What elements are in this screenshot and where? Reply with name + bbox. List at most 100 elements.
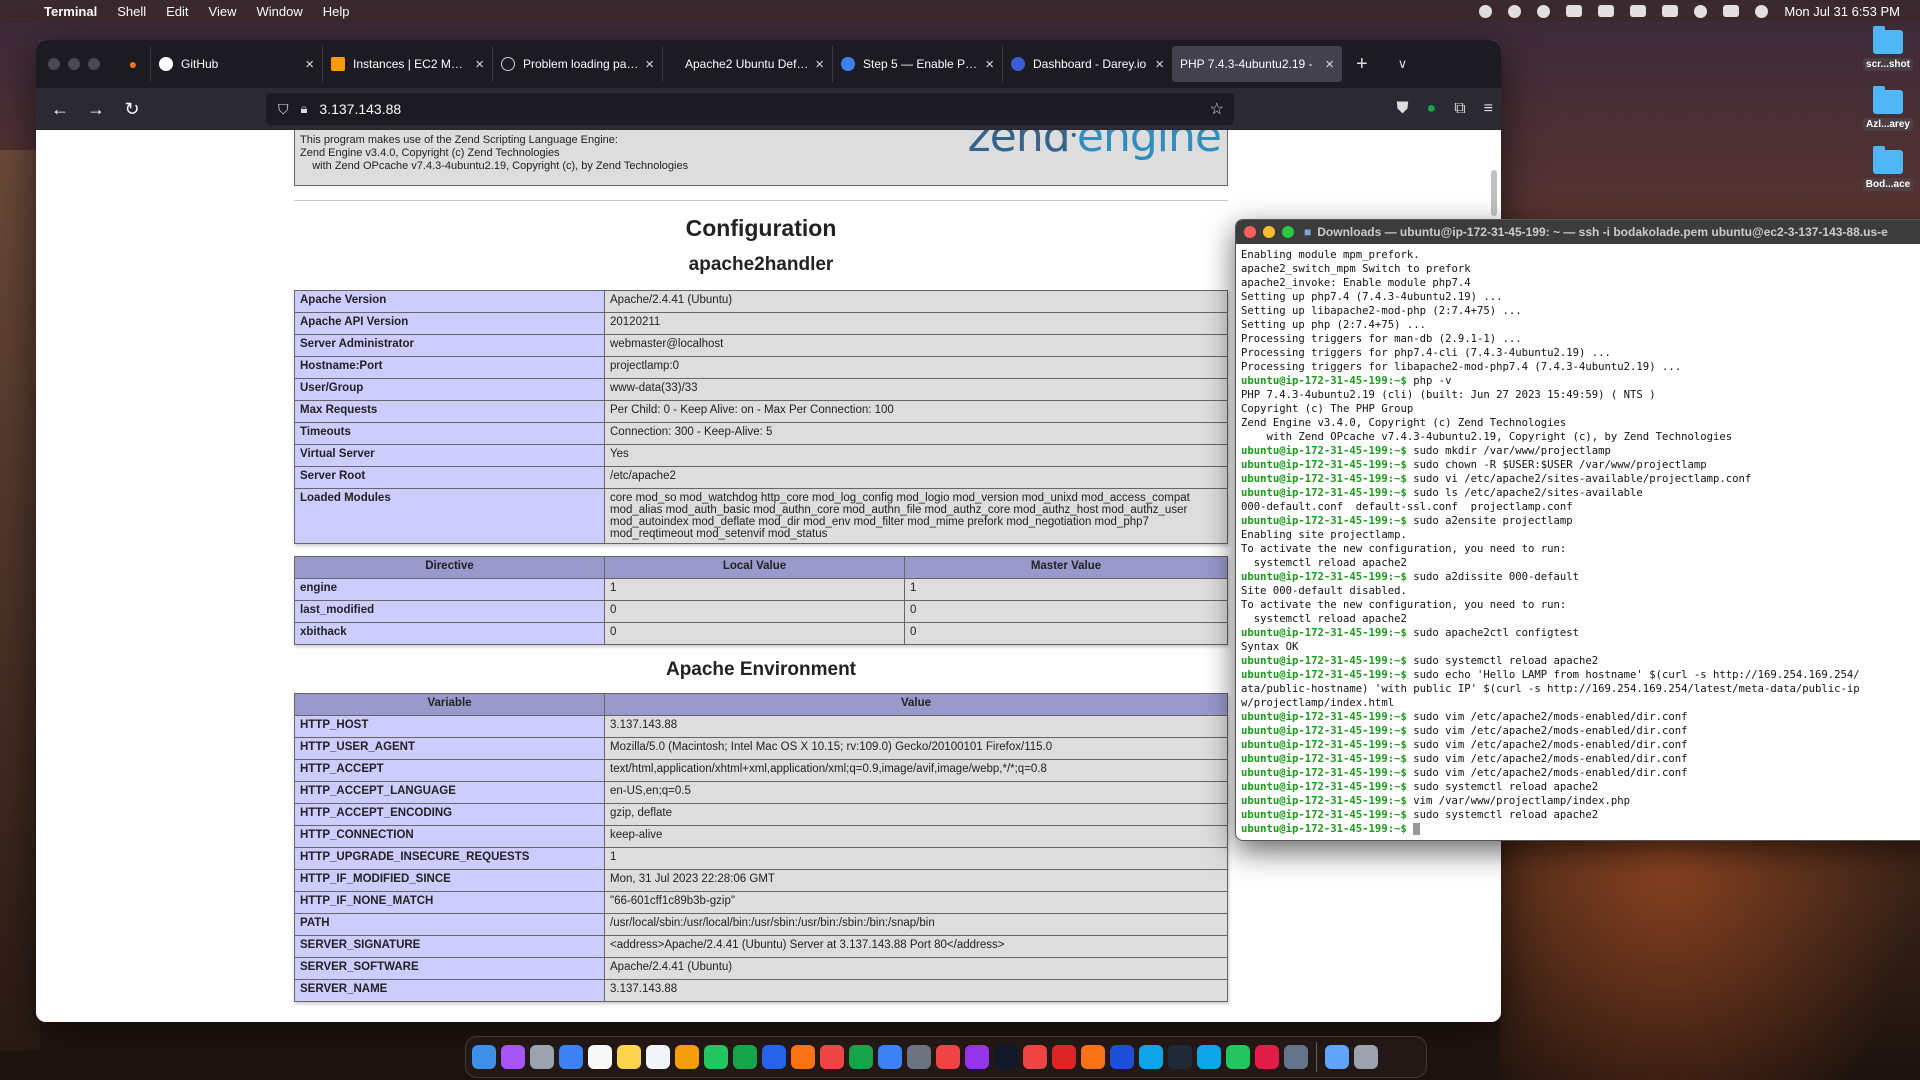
keynote-icon[interactable]: [762, 1045, 786, 1069]
desktop-folder-screenshot[interactable]: scr...shot: [1848, 26, 1920, 71]
podcasts-icon[interactable]: [965, 1045, 989, 1069]
clock[interactable]: Mon Jul 31 6:53 PM: [1784, 4, 1900, 19]
creative-cloud-icon[interactable]: [1479, 4, 1493, 18]
new-tab-button[interactable]: +: [1356, 53, 1368, 76]
terminal-output[interactable]: Enabling module mpm_prefork. apache2_swit…: [1236, 244, 1920, 840]
close-tab-icon[interactable]: ×: [475, 56, 484, 73]
control-center-icon[interactable]: [1723, 5, 1740, 17]
pocket-icon[interactable]: ⛊: [1397, 100, 1409, 118]
numbers-icon[interactable]: [849, 1045, 873, 1069]
wifi-icon[interactable]: [1662, 5, 1679, 17]
firefox-icon[interactable]: [1081, 1045, 1105, 1069]
mail-icon[interactable]: [559, 1045, 583, 1069]
tab-apache2-default[interactable]: Apache2 Ubuntu Default ×: [662, 46, 832, 82]
grammarly-icon[interactable]: [1508, 4, 1522, 18]
close-tab-icon[interactable]: ×: [985, 56, 994, 73]
terminal-prompt: ubuntu@ip-172-31-45-199:~$: [1241, 669, 1407, 681]
tab-problem-loading[interactable]: Problem loading page ×: [492, 46, 662, 82]
env-variable: HTTP_ACCEPT: [294, 759, 605, 782]
close-tab-icon[interactable]: ×: [645, 56, 654, 73]
terminal-prompt: ubuntu@ip-172-31-45-199:~$: [1241, 627, 1407, 639]
desktop-folder-bod[interactable]: Bod...ace: [1848, 146, 1920, 191]
reload-icon[interactable]: ↻: [114, 99, 150, 120]
pages-icon[interactable]: [791, 1045, 815, 1069]
tracking-protection-shield-icon[interactable]: ⛉: [278, 101, 289, 118]
notes-icon[interactable]: [617, 1045, 641, 1069]
remote-desktop-icon[interactable]: [1284, 1045, 1308, 1069]
vscode-icon[interactable]: [1139, 1045, 1163, 1069]
terminal-title: Downloads — ubuntu@ip-172-31-45-199: ~ —…: [1317, 225, 1888, 239]
grammarly-extension-icon[interactable]: ●: [1427, 100, 1437, 118]
siri-icon[interactable]: [501, 1045, 525, 1069]
minimize-window-button[interactable]: [68, 58, 80, 70]
battery-icon[interactable]: [1630, 5, 1647, 17]
tab-ec2-instances[interactable]: Instances | EC2 Mana ×: [322, 46, 492, 82]
terminal-line-text: To activate the new configuration, you n…: [1241, 599, 1567, 611]
table-row: Apache Version Apache/2.4.41 (Ubuntu): [294, 290, 1228, 313]
menu-shell[interactable]: Shell: [117, 4, 146, 19]
volume-icon[interactable]: [1566, 5, 1583, 17]
close-tab-icon[interactable]: ×: [1325, 56, 1334, 73]
menu-window[interactable]: Window: [257, 4, 303, 19]
desktop-icon-label: scr...shot: [1863, 58, 1913, 71]
messages-icon[interactable]: [704, 1045, 728, 1069]
back-arrow-icon[interactable]: ←: [42, 99, 78, 120]
menu-app-name[interactable]: Terminal: [44, 4, 97, 19]
page-scrollbar[interactable]: [1491, 170, 1497, 216]
minimize-terminal-button[interactable]: [1263, 226, 1275, 238]
system-preferences-icon[interactable]: [907, 1045, 931, 1069]
desktop-folder-azl[interactable]: Azl...arey: [1848, 86, 1920, 131]
spotify-icon[interactable]: [1226, 1045, 1250, 1069]
env-value: Mozilla/5.0 (Macintosh; Intel Mac OS X 1…: [604, 737, 1228, 760]
chrome-icon[interactable]: [1023, 1045, 1047, 1069]
extensions-puzzle-icon[interactable]: ⧉: [1454, 100, 1465, 118]
bluetooth-icon[interactable]: [1598, 5, 1615, 17]
zend-engine-logo[interactable]: zend•engine: [968, 130, 1222, 159]
tab-phpinfo[interactable]: PHP 7.4.3-4ubuntu2.19 - ×: [1172, 46, 1342, 82]
menu-edit[interactable]: Edit: [166, 4, 188, 19]
close-terminal-button[interactable]: [1244, 226, 1256, 238]
zoom-terminal-button[interactable]: [1282, 226, 1294, 238]
hamburger-menu-icon[interactable]: ≡: [1484, 100, 1493, 118]
bookmark-star-icon[interactable]: ☆: [1210, 99, 1224, 119]
firefox-view-icon[interactable]: ●: [116, 56, 150, 72]
safari-icon[interactable]: [1197, 1045, 1221, 1069]
info-icon[interactable]: [1537, 4, 1551, 18]
close-tab-icon[interactable]: ×: [815, 56, 824, 73]
env-variable: HTTP_HOST: [294, 715, 605, 738]
env-variable: HTTP_USER_AGENT: [294, 737, 605, 760]
reminders-icon[interactable]: [646, 1045, 670, 1069]
downloads-folder-icon[interactable]: [1325, 1045, 1349, 1069]
close-tab-icon[interactable]: ×: [1155, 56, 1164, 73]
launchpad-icon[interactable]: [530, 1045, 554, 1069]
menu-view[interactable]: View: [209, 4, 237, 19]
trash-icon[interactable]: [1354, 1045, 1378, 1069]
tab-github[interactable]: GitHub ×: [150, 46, 322, 82]
tv-icon[interactable]: [994, 1045, 1018, 1069]
forward-arrow-icon[interactable]: →: [78, 99, 114, 120]
tab-step5-enable-php[interactable]: Step 5 — Enable PHP ×: [832, 46, 1002, 82]
news-icon[interactable]: [936, 1045, 960, 1069]
finder-icon[interactable]: [472, 1045, 496, 1069]
app-store-icon[interactable]: [878, 1045, 902, 1069]
calendar-icon[interactable]: [588, 1045, 612, 1069]
siri-menu-icon[interactable]: [1755, 4, 1769, 18]
photos-icon[interactable]: [675, 1045, 699, 1069]
list-all-tabs-icon[interactable]: ∨: [1398, 56, 1408, 72]
facetime-icon[interactable]: [733, 1045, 757, 1069]
opera-icon[interactable]: [1052, 1045, 1076, 1069]
url-bar[interactable]: ⛉ 🔒︎ 3.137.143.88 ☆: [266, 93, 1234, 125]
slack-icon[interactable]: [1255, 1045, 1279, 1069]
spotlight-search-icon[interactable]: [1694, 4, 1708, 18]
url-text[interactable]: 3.137.143.88: [319, 101, 401, 117]
zoom-window-button[interactable]: [88, 58, 100, 70]
tab-darey-dashboard[interactable]: Dashboard - Darey.io ×: [1002, 46, 1172, 82]
virtualbox-icon[interactable]: [1110, 1045, 1134, 1069]
close-tab-icon[interactable]: ×: [305, 56, 314, 73]
music-icon[interactable]: [820, 1045, 844, 1069]
menu-help[interactable]: Help: [323, 4, 350, 19]
site-info-icon[interactable]: 🔒︎: [301, 101, 308, 117]
terminal-line: ubuntu@ip-172-31-45-199:~$ sudo a2ensite…: [1241, 514, 1920, 528]
close-window-button[interactable]: [48, 58, 60, 70]
terminal-icon[interactable]: [1168, 1045, 1192, 1069]
